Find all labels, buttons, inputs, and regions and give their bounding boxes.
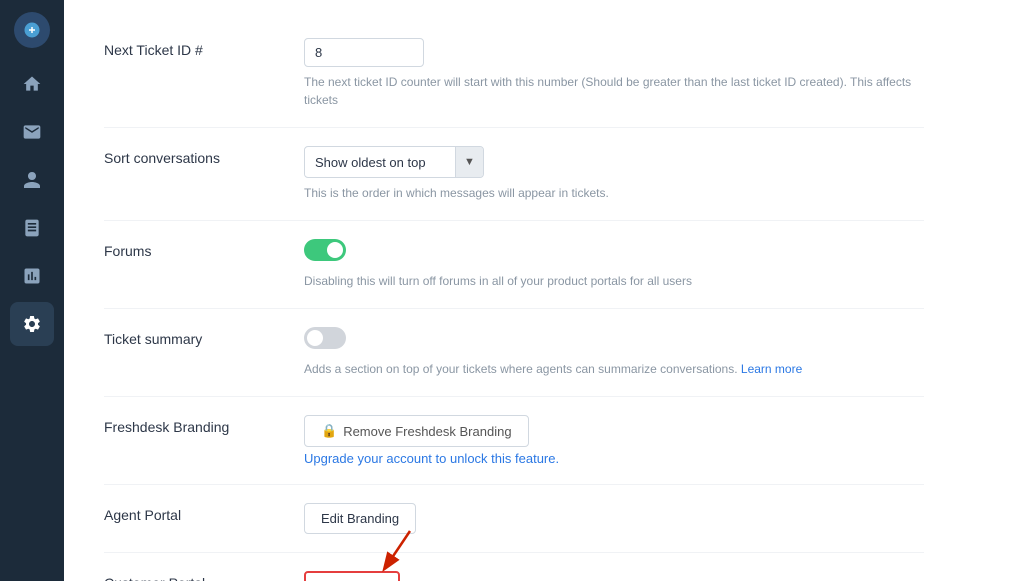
freshdesk-branding-label: Freshdesk Branding <box>104 415 304 435</box>
forums-control: Disabling this will turn off forums in a… <box>304 239 924 290</box>
forums-label: Forums <box>104 239 304 259</box>
ticket-summary-control: Adds a section on top of your tickets wh… <box>304 327 924 378</box>
sidebar-item-contacts[interactable] <box>10 158 54 202</box>
sidebar <box>0 0 64 581</box>
sidebar-item-settings[interactable] <box>10 302 54 346</box>
forums-toggle-slider <box>304 239 346 261</box>
remove-branding-button[interactable]: 🔒 Remove Freshdesk Branding <box>304 415 529 447</box>
logo <box>14 12 50 48</box>
customer-portal-label: Customer Portal <box>104 571 304 581</box>
next-ticket-id-label: Next Ticket ID # <box>104 38 304 58</box>
setting-row-forums: Forums Disabling this will turn off foru… <box>104 221 924 309</box>
forums-description: Disabling this will turn off forums in a… <box>304 272 924 290</box>
sort-conversations-select[interactable]: Show oldest on top Show newest on top <box>305 149 455 176</box>
setting-row-freshdesk-branding: Freshdesk Branding 🔒 Remove Freshdesk Br… <box>104 397 924 485</box>
setting-row-customer-portal: Customer Portal Edit Portal <box>104 553 924 581</box>
setting-row-ticket-summary: Ticket summary Adds a section on top of … <box>104 309 924 397</box>
forums-toggle[interactable] <box>304 239 346 261</box>
ticket-summary-description: Adds a section on top of your tickets wh… <box>304 360 924 378</box>
ticket-summary-toggle-slider <box>304 327 346 349</box>
sort-conversations-arrow[interactable]: ▼ <box>455 147 483 177</box>
setting-row-sort-conversations: Sort conversations Show oldest on top Sh… <box>104 128 924 221</box>
settings-container: Next Ticket ID # The next ticket ID coun… <box>64 0 964 581</box>
sort-conversations-description: This is the order in which messages will… <box>304 184 924 202</box>
sidebar-item-inbox[interactable] <box>10 110 54 154</box>
next-ticket-id-description: The next ticket ID counter will start wi… <box>304 73 924 109</box>
agent-portal-label: Agent Portal <box>104 503 304 523</box>
main-content: Next Ticket ID # The next ticket ID coun… <box>64 0 1024 581</box>
sort-conversations-control: Show oldest on top Show newest on top ▼ … <box>304 146 924 202</box>
ticket-summary-toggle[interactable] <box>304 327 346 349</box>
next-ticket-id-control: The next ticket ID counter will start wi… <box>304 38 924 109</box>
upgrade-link[interactable]: Upgrade your account to unlock this feat… <box>304 451 924 466</box>
freshdesk-branding-control: 🔒 Remove Freshdesk Branding Upgrade your… <box>304 415 924 466</box>
sidebar-item-knowledge[interactable] <box>10 206 54 250</box>
sort-conversations-select-wrapper: Show oldest on top Show newest on top ▼ <box>304 146 484 178</box>
customer-portal-control: Edit Portal <box>304 571 924 581</box>
next-ticket-id-input[interactable] <box>304 38 424 67</box>
sort-conversations-label: Sort conversations <box>104 146 304 166</box>
arrow-annotation <box>360 526 420 576</box>
sidebar-item-reports[interactable] <box>10 254 54 298</box>
lock-icon: 🔒 <box>321 423 337 439</box>
setting-row-next-ticket-id: Next Ticket ID # The next ticket ID coun… <box>104 20 924 128</box>
ticket-summary-learn-more[interactable]: Learn more <box>741 362 802 376</box>
ticket-summary-label: Ticket summary <box>104 327 304 347</box>
setting-row-agent-portal: Agent Portal Edit Branding <box>104 485 924 553</box>
sidebar-item-home[interactable] <box>10 62 54 106</box>
